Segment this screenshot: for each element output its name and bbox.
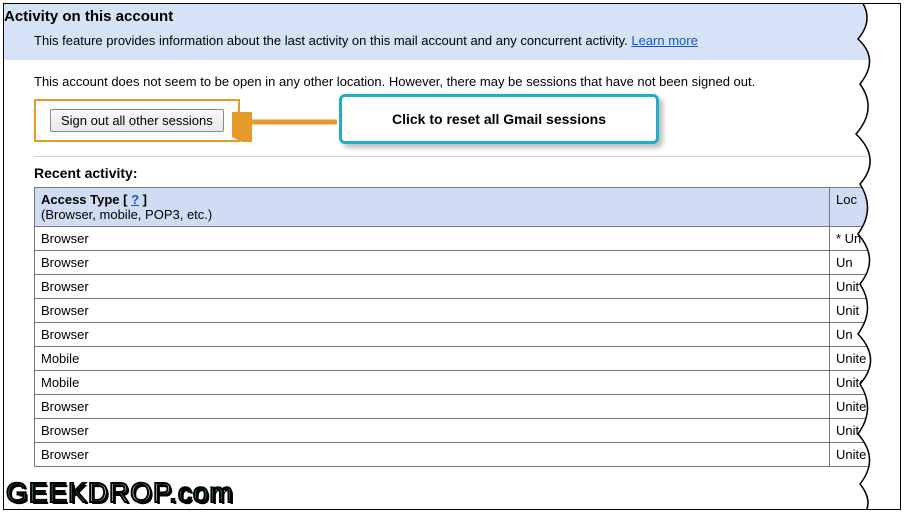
cell-access-type: Browser bbox=[35, 227, 830, 251]
cell-location: Unite bbox=[830, 395, 900, 419]
cell-location: Unit bbox=[830, 275, 900, 299]
status-text: This account does not seem to be open in… bbox=[34, 74, 900, 89]
cell-location: Un bbox=[830, 251, 900, 275]
cell-location: Unite bbox=[830, 347, 900, 371]
cell-location: Unite bbox=[830, 419, 900, 443]
cell-access-type: Mobile bbox=[35, 347, 830, 371]
sign-out-all-button[interactable]: Sign out all other sessions bbox=[50, 109, 224, 132]
cell-location: Un bbox=[830, 323, 900, 347]
table-row: BrowserUnite bbox=[35, 419, 900, 443]
table-row: BrowserUnit bbox=[35, 299, 900, 323]
cell-access-type: Browser bbox=[35, 395, 830, 419]
table-row: BrowserUnite bbox=[35, 443, 900, 467]
annotation-callout: Click to reset all Gmail sessions bbox=[339, 94, 659, 144]
cell-location: * Un bbox=[830, 227, 900, 251]
col-access-type-title: Access Type bbox=[41, 192, 120, 207]
watermark-part3: .com bbox=[169, 477, 234, 508]
cell-location: Unite bbox=[830, 443, 900, 467]
watermark: GEEKDROP.com bbox=[4, 479, 234, 509]
learn-more-link[interactable]: Learn more bbox=[631, 33, 697, 48]
table-row: BrowserUnit bbox=[35, 275, 900, 299]
activity-table: Access Type [ ? ] (Browser, mobile, POP3… bbox=[34, 187, 900, 467]
annotation-arrow-icon bbox=[232, 112, 342, 142]
cell-access-type: Browser bbox=[35, 251, 830, 275]
cell-access-type: Browser bbox=[35, 443, 830, 467]
table-row: Browser* Un bbox=[35, 227, 900, 251]
table-row: BrowserUn bbox=[35, 323, 900, 347]
cell-access-type: Browser bbox=[35, 299, 830, 323]
header-description: This feature provides information about … bbox=[34, 33, 628, 48]
header-band: Activity on this account This feature pr… bbox=[4, 4, 900, 60]
cell-access-type: Browser bbox=[35, 419, 830, 443]
cell-access-type: Mobile bbox=[35, 371, 830, 395]
watermark-part2: DROP bbox=[88, 477, 169, 508]
cell-location: Unit bbox=[830, 299, 900, 323]
signout-highlight-box: Sign out all other sessions bbox=[34, 99, 240, 142]
col-location: Loc bbox=[830, 188, 900, 227]
activity-panel: Activity on this account This feature pr… bbox=[3, 3, 901, 510]
annotation-text: Click to reset all Gmail sessions bbox=[392, 111, 606, 127]
col-access-type-sub: (Browser, mobile, POP3, etc.) bbox=[41, 207, 212, 222]
recent-activity-label: Recent activity: bbox=[34, 165, 900, 181]
table-row: BrowserUn bbox=[35, 251, 900, 275]
cell-access-type: Browser bbox=[35, 323, 830, 347]
cell-location: Unite bbox=[830, 371, 900, 395]
watermark-part1: GEEK bbox=[6, 477, 88, 508]
table-row: MobileUnite bbox=[35, 347, 900, 371]
header-description-line: This feature provides information about … bbox=[4, 29, 894, 48]
cell-access-type: Browser bbox=[35, 275, 830, 299]
col-access-type: Access Type [ ? ] (Browser, mobile, POP3… bbox=[35, 188, 830, 227]
table-header-row: Access Type [ ? ] (Browser, mobile, POP3… bbox=[35, 188, 900, 227]
access-type-help-link[interactable]: ? bbox=[131, 192, 139, 207]
table-row: MobileUnite bbox=[35, 371, 900, 395]
divider bbox=[34, 156, 900, 157]
page-title: Activity on this account bbox=[4, 8, 894, 25]
table-row: BrowserUnite bbox=[35, 395, 900, 419]
